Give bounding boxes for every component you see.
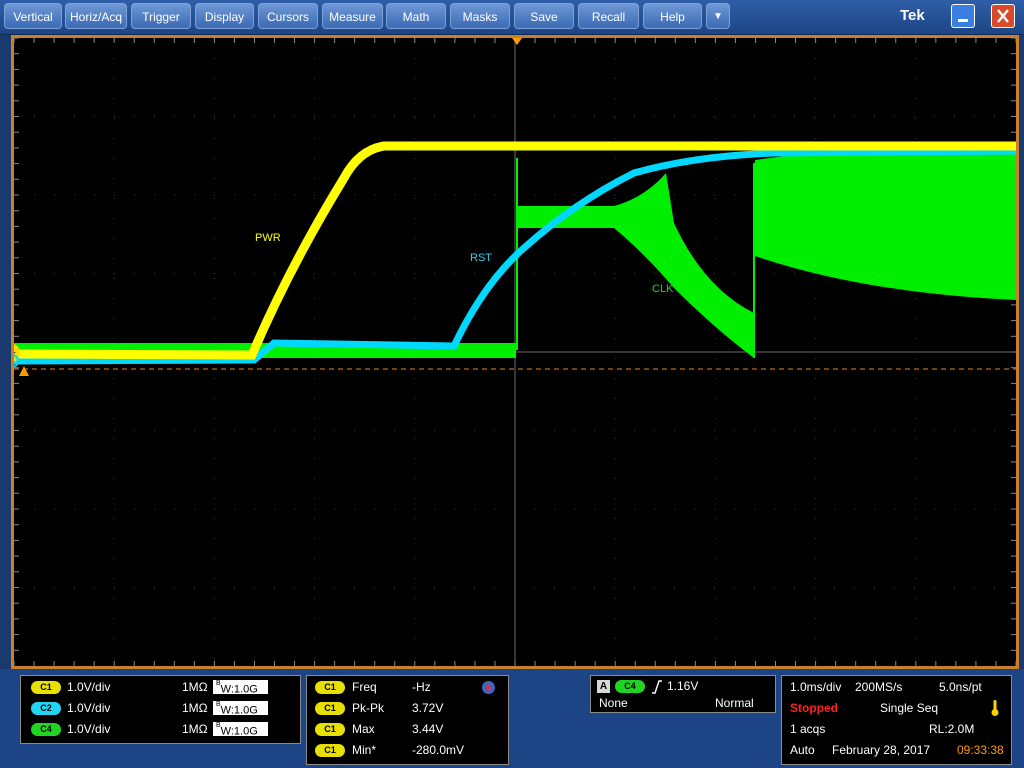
- ch1-scale: 1.0V/div: [67, 680, 111, 694]
- trigger-coupling: None: [599, 696, 628, 710]
- close-button[interactable]: [991, 4, 1015, 28]
- trigger-level-marker[interactable]: [19, 366, 29, 376]
- menu-help[interactable]: Help: [643, 3, 702, 29]
- meas-value: -Hz: [412, 680, 431, 694]
- ch2-scale: 1.0V/div: [67, 701, 111, 715]
- measurement-row[interactable]: C1 Max 3.44V: [307, 720, 510, 738]
- minimize-icon: [958, 19, 968, 22]
- menu-trigger[interactable]: Trigger: [131, 3, 191, 29]
- status-area: C1 1.0V/div 1MΩ BW:1.0G C2 1.0V/div 1MΩ …: [0, 669, 1024, 768]
- menu-recall[interactable]: Recall: [578, 3, 639, 29]
- time-per-point: 5.0ns/pt: [939, 680, 982, 694]
- measurement-panel[interactable]: C1 Freq -Hz C1 Pk-Pk 3.72V C1 Max 3.44V …: [306, 675, 509, 765]
- waveform-display: [14, 38, 1016, 666]
- acquisition-status: Stopped: [790, 701, 838, 715]
- ch1-marker-label: 1: [14, 345, 20, 356]
- acquisition-panel[interactable]: 1.0ms/div 200MS/s 5.0ns/pt Stopped Singl…: [781, 675, 1012, 765]
- ch2-impedance: 1MΩ: [182, 701, 208, 715]
- channel-panel[interactable]: C1 1.0V/div 1MΩ BW:1.0G C2 1.0V/div 1MΩ …: [20, 675, 301, 744]
- meas-value: -280.0mV: [412, 743, 465, 757]
- pwr-label: PWR: [255, 232, 281, 244]
- ch2-badge: C2: [31, 702, 61, 715]
- temperature-icon: [991, 700, 999, 716]
- ch4-scale: 1.0V/div: [67, 722, 111, 736]
- ch2-bandwidth[interactable]: BW:1.0G: [213, 701, 268, 717]
- trigger-source-badge: C4: [615, 680, 645, 693]
- menu-cursors[interactable]: Cursors: [258, 3, 318, 29]
- meas-value: 3.72V: [412, 701, 444, 715]
- close-icon: [997, 9, 1009, 23]
- channel-row[interactable]: C1 1.0V/div 1MΩ BW:1.0G: [21, 678, 302, 696]
- measurement-row[interactable]: C1 Pk-Pk 3.72V: [307, 699, 510, 717]
- trigger-panel[interactable]: A C4 1.16V None Normal: [590, 675, 776, 713]
- meas-source-badge: C1: [315, 723, 345, 736]
- meas-value: 3.44V: [412, 722, 444, 736]
- meas-name: Pk-Pk: [352, 701, 385, 715]
- meas-source-badge: C1: [315, 744, 345, 757]
- menu-bar: Vertical Horiz/Acq Trigger Display Curso…: [0, 0, 1024, 35]
- trigger-mode-badge: A: [597, 680, 610, 693]
- rising-edge-icon: [652, 680, 662, 694]
- waveform-graticule[interactable]: 1 PWR RST CLK: [14, 38, 1016, 666]
- meas-name: Min*: [352, 743, 377, 757]
- measurement-close-icon[interactable]: [481, 680, 496, 695]
- ch4-bandwidth[interactable]: BW:1.0G: [213, 722, 268, 738]
- ch1-bandwidth[interactable]: BW:1.0G: [213, 680, 268, 696]
- menu-more-dropdown[interactable]: ▼: [706, 3, 730, 29]
- rst-label: RST: [470, 252, 492, 264]
- trigger-type: Normal: [715, 696, 754, 710]
- trigger-level: 1.16V: [667, 679, 699, 693]
- date: February 28, 2017: [832, 743, 931, 757]
- menu-horiz-acq[interactable]: Horiz/Acq: [65, 3, 127, 29]
- channel-row[interactable]: C2 1.0V/div 1MΩ BW:1.0G: [21, 699, 302, 717]
- time: 09:33:38: [957, 743, 1004, 757]
- measurement-row[interactable]: C1 Min* -280.0mV: [307, 741, 510, 759]
- ch1-impedance: 1MΩ: [182, 680, 208, 694]
- run-mode: Auto: [790, 743, 815, 757]
- record-length: RL:2.0M: [929, 722, 975, 736]
- acquisition-count: 1 acqs: [790, 722, 826, 736]
- ch4-badge: C4: [31, 723, 61, 736]
- acquisition-mode: Single Seq: [880, 701, 939, 715]
- minimize-button[interactable]: [951, 4, 975, 28]
- menu-save[interactable]: Save: [514, 3, 574, 29]
- ch1-badge: C1: [31, 681, 61, 694]
- menu-display[interactable]: Display: [195, 3, 254, 29]
- measurement-row[interactable]: C1 Freq -Hz: [307, 678, 510, 696]
- channel-row[interactable]: C4 1.0V/div 1MΩ BW:1.0G: [21, 720, 302, 738]
- trigger-position-marker[interactable]: [512, 38, 522, 45]
- meas-source-badge: C1: [315, 681, 345, 694]
- timebase: 1.0ms/div: [790, 680, 842, 694]
- menu-vertical[interactable]: Vertical: [4, 3, 62, 29]
- meas-source-badge: C1: [315, 702, 345, 715]
- ch4-impedance: 1MΩ: [182, 722, 208, 736]
- brand-logo: Tek: [900, 7, 925, 24]
- clk-label: CLK: [652, 283, 674, 295]
- sample-rate: 200MS/s: [855, 680, 903, 694]
- menu-masks[interactable]: Masks: [450, 3, 510, 29]
- menu-math[interactable]: Math: [386, 3, 446, 29]
- meas-name: Max: [352, 722, 375, 736]
- meas-name: Freq: [352, 680, 377, 694]
- menu-measure[interactable]: Measure: [322, 3, 383, 29]
